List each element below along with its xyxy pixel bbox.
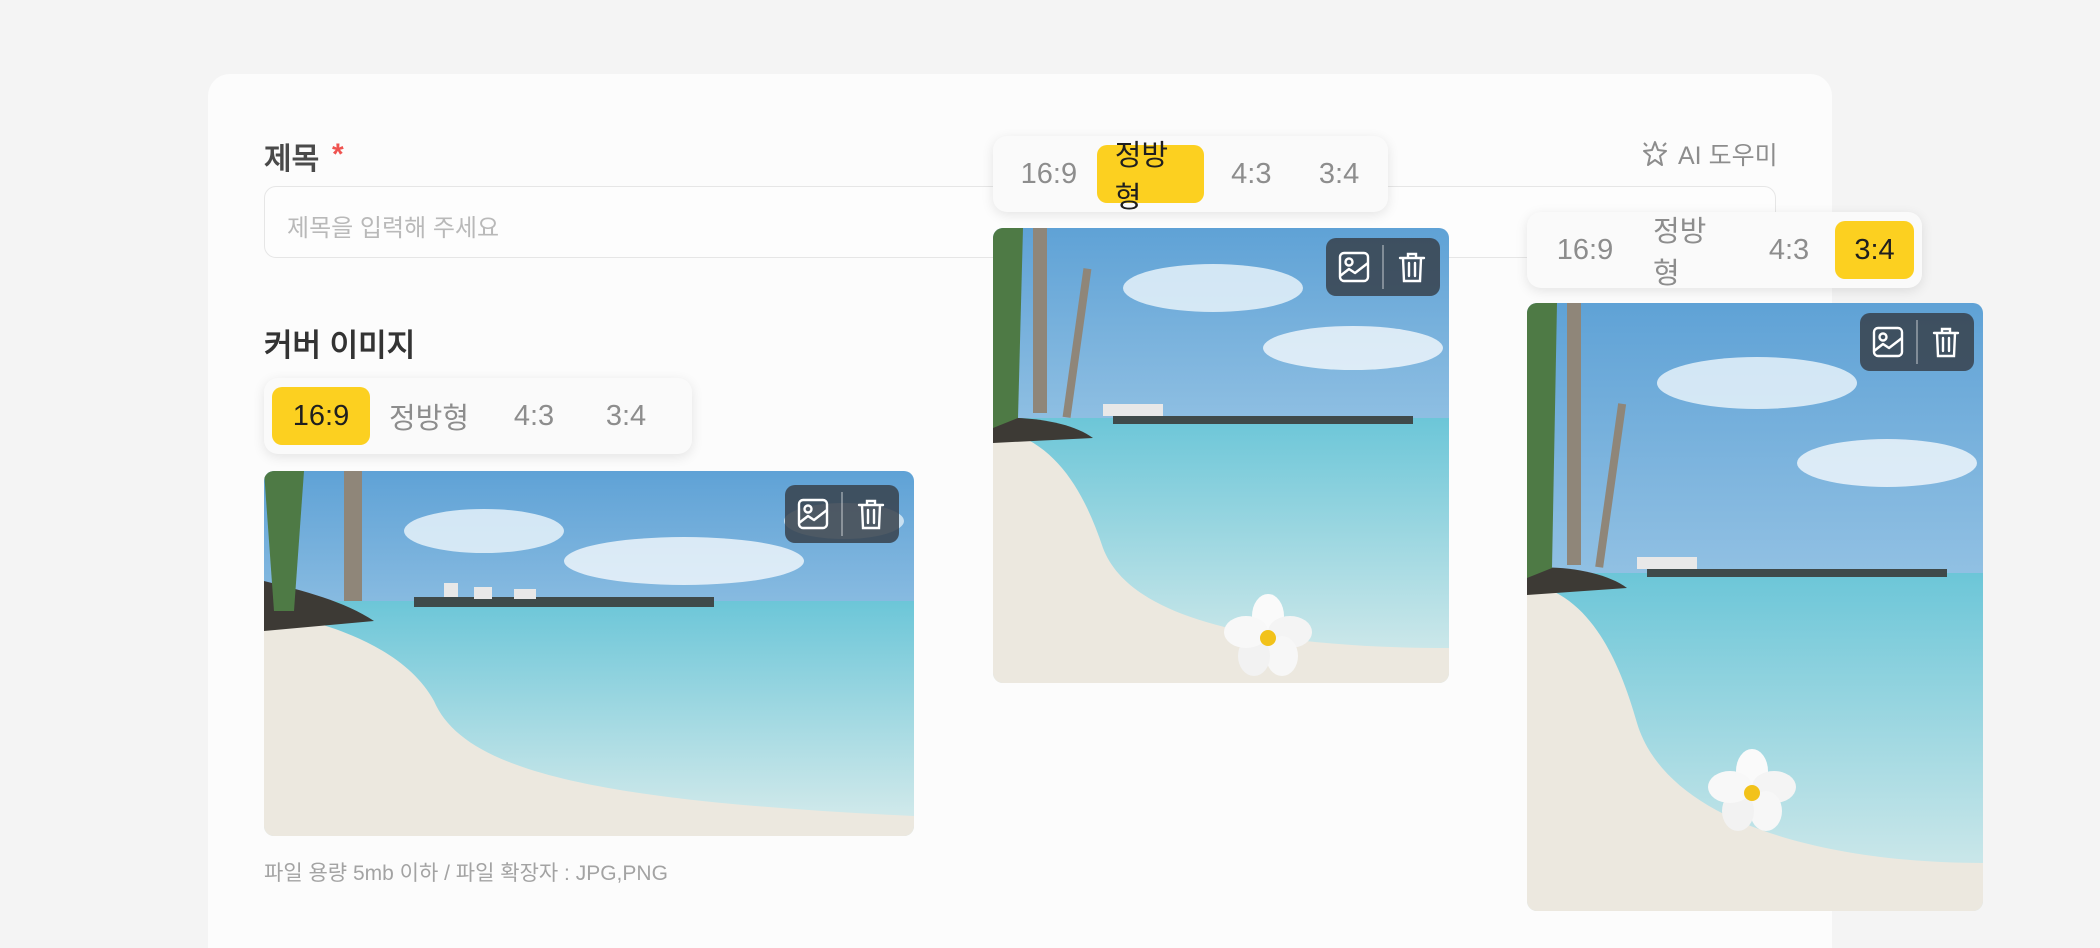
cover-image-label: 커버 이미지 — [264, 328, 416, 363]
beach-photo — [1527, 303, 1983, 911]
image-icon — [1338, 251, 1370, 283]
ratio-option-square[interactable]: 정방형 — [370, 387, 488, 445]
cover-image-preview-3-4 — [1527, 303, 1983, 911]
sparkle-icon — [1643, 141, 1667, 166]
cover-image-preview-square — [993, 228, 1449, 683]
delete-image-button[interactable] — [843, 485, 899, 543]
ai-helper-button[interactable]: AI 도우미 — [1640, 136, 1778, 172]
ratio-selector-3-4: 16:9 정방형 4:3 3:4 — [1527, 212, 1922, 290]
change-image-button[interactable] — [785, 485, 841, 543]
change-image-button[interactable] — [1860, 313, 1916, 371]
image-toolbar — [1326, 238, 1440, 296]
ratio-option-3-4[interactable]: 3:4 — [580, 387, 672, 445]
image-toolbar — [785, 485, 899, 543]
delete-image-button[interactable] — [1918, 313, 1974, 371]
ratio-option-16-9[interactable]: 16:9 — [1535, 221, 1635, 279]
ratio-option-3-4[interactable]: 3:4 — [1835, 221, 1914, 279]
ratio-option-4-3[interactable]: 4:3 — [488, 387, 580, 445]
trash-icon — [1932, 327, 1959, 358]
change-image-button[interactable] — [1326, 238, 1382, 296]
ai-helper-label: AI 도우미 — [1678, 142, 1778, 170]
ratio-option-4-3[interactable]: 4:3 — [1204, 145, 1298, 203]
ratio-option-square[interactable]: 정방형 — [1635, 216, 1743, 290]
image-icon — [797, 498, 829, 530]
file-size-hint: 파일 용량 5mb 이하 / 파일 확장자 : JPG,PNG — [264, 862, 668, 885]
beach-photo — [993, 228, 1449, 683]
trash-icon — [1398, 252, 1425, 283]
delete-image-button[interactable] — [1384, 238, 1440, 296]
ratio-option-16-9[interactable]: 16:9 — [272, 387, 370, 445]
ratio-option-4-3[interactable]: 4:3 — [1743, 221, 1835, 279]
ratio-option-square[interactable]: 정방형 — [1096, 140, 1205, 214]
ratio-option-16-9[interactable]: 16:9 — [1001, 145, 1097, 203]
image-toolbar — [1860, 313, 1974, 371]
required-mark: * — [332, 138, 344, 171]
trash-icon — [857, 499, 884, 530]
ratio-selector-16-9: 16:9 정방형 4:3 3:4 — [264, 378, 692, 454]
ratio-option-3-4[interactable]: 3:4 — [1298, 145, 1380, 203]
title-label: 제목 — [264, 143, 320, 176]
cover-image-preview-16-9 — [264, 471, 914, 836]
image-icon — [1872, 326, 1904, 358]
ratio-selector-square: 16:9 정방형 4:3 3:4 — [993, 136, 1388, 214]
title-input-placeholder: 제목을 입력해 주세요 — [287, 215, 500, 242]
